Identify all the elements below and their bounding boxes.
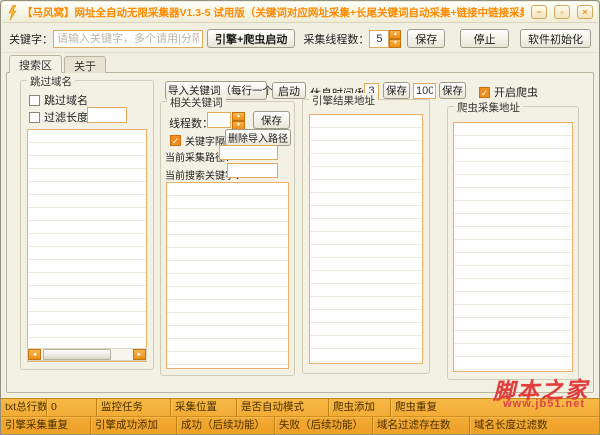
related-keywords-group-title: 相关关键词 [167,95,226,110]
tab-search-area[interactable]: 搜索区 [9,55,62,73]
status-collect-position: 采集位置 [171,399,237,416]
status-crawler-duplicate: 爬虫重复 [391,399,599,416]
close-button[interactable]: × [577,5,593,19]
tab-about[interactable]: 关于 [64,56,106,73]
minimize-button[interactable]: − [531,5,547,19]
status-success-future: 成功（后续功能） [177,417,275,435]
engine-results-group-title: 引擎结果地址 [309,93,378,108]
related-save-button[interactable]: 保存 [253,111,290,129]
current-path-input[interactable] [219,145,278,160]
current-keyword-input[interactable] [227,163,278,178]
toolbar-save-button[interactable]: 保存 [407,29,445,48]
related-keywords-list[interactable] [166,182,289,369]
software-init-button[interactable]: 软件初始化 [520,29,591,48]
threads-input[interactable] [207,112,231,128]
status-domain-filter-count: 域名过滤存在数 [373,417,470,435]
status-monitor-task: 监控任务 [97,399,171,416]
status-bar: txt总行数 0 监控任务 采集位置 是否自动模式 爬虫添加 爬虫重复 引擎采集… [1,398,599,434]
stop-button[interactable]: 停止 [460,29,509,48]
threads-spinner: ▲ ▼ [232,112,245,130]
skip-domain-list[interactable] [27,129,147,362]
engine-results-list[interactable] [309,114,423,364]
engine-results-group: 引擎结果地址 [302,99,430,374]
engine-crawler-start-button[interactable]: 引擎+爬虫启动 [207,29,295,48]
status-crawler-added: 爬虫添加 [329,399,391,416]
spinner-up-button[interactable]: ▲ [232,112,245,121]
window-title: 【马风窝】网址全自动无限采集器V1.3-5 试用版（关键词对应网址采集+长尾关键… [22,5,524,20]
keyword-input[interactable] [53,30,203,48]
skip-domain-list-hscrollbar: ◄ ► [27,348,147,361]
delete-import-path-button[interactable]: 删除导入路径 [225,129,291,146]
crawler-collect-group-title: 爬虫采集地址 [454,100,523,115]
filter-length-checkbox-label: 过滤长度 [44,109,88,125]
maximize-button[interactable]: ▫ [554,5,570,19]
search-area-panel: 跳过域名 跳过域名 过滤长度 ◄ ► 导入关键词（每行一个） 启动 休息时间/秒… [6,72,594,393]
scrollbar-thumb[interactable] [43,349,111,360]
tab-strip: 搜索区 关于 [9,56,106,73]
spinner-down-button[interactable]: ▼ [389,39,401,48]
related-keywords-group: 相关关键词 线程数： ▲ ▼ 保存 ✓ 关键字隔行 删除导入路径 当前采集路径：… [160,101,295,376]
status-engine-added: 引擎成功添加 [91,417,177,435]
status-engine-duplicate: 引擎采集重复 [1,417,91,435]
checkbox-checked-icon: ✓ [170,135,181,146]
app-window: 【马风窝】网址全自动无限采集器V1.3-5 试用版（关键词对应网址采集+长尾关键… [0,0,600,435]
app-icon [7,5,18,20]
skip-domain-checkbox-label: 跳过域名 [44,92,88,108]
run-button[interactable]: 启动 [272,82,306,99]
collect-threads-spinner: ▲ ▼ [389,30,401,48]
title-bar: 【马风窝】网址全自动无限采集器V1.3-5 试用版（关键词对应网址采集+长尾关键… [3,2,597,23]
checkbox-checked-icon: ✓ [479,87,490,98]
status-domain-length-filter-count: 域名长度过滤数 [470,417,599,435]
enable-crawler-checkbox[interactable]: ✓ 开启爬虫 [479,84,538,100]
status-row-1: txt总行数 0 监控任务 采集位置 是否自动模式 爬虫添加 爬虫重复 [1,399,599,417]
crawler-collect-list[interactable] [453,122,573,372]
checkbox-icon [29,112,40,123]
enable-crawler-checkbox-label: 开启爬虫 [494,84,538,100]
status-row-2: 引擎采集重复 引擎成功添加 成功（后续功能） 失败（后续功能） 域名过滤存在数 … [1,417,599,435]
status-txt-total-lines: txt总行数 [1,399,47,416]
spinner-up-button[interactable]: ▲ [389,30,401,39]
scroll-left-button[interactable]: ◄ [28,349,41,360]
checkbox-icon [29,95,40,106]
skip-domain-checkbox[interactable]: 跳过域名 [29,92,88,108]
keyword-label: 关键字： [9,31,53,47]
collect-threads-input[interactable] [369,30,389,48]
crawler-collect-group: 爬虫采集地址 [447,106,579,380]
skip-domain-group: 跳过域名 跳过域名 过滤长度 ◄ ► [20,80,154,370]
status-fail-future: 失败（后续功能） [275,417,373,435]
filter-length-checkbox[interactable]: 过滤长度 [29,109,88,125]
limit-input[interactable] [413,83,436,99]
skip-domain-group-title: 跳过域名 [27,74,75,89]
status-txt-total-value: 0 [47,399,97,416]
scroll-right-button[interactable]: ► [133,349,146,360]
rest-save-button[interactable]: 保存 [383,82,410,99]
filter-length-input[interactable] [87,107,127,123]
limit-save-button[interactable]: 保存 [439,82,466,99]
collect-threads-label: 采集线程数： [303,31,369,47]
top-toolbar: 关键字： 引擎+爬虫启动 采集线程数： ▲ ▼ 保存 停止 软件初始化 [3,25,597,53]
status-auto-mode: 是否自动模式 [237,399,329,416]
